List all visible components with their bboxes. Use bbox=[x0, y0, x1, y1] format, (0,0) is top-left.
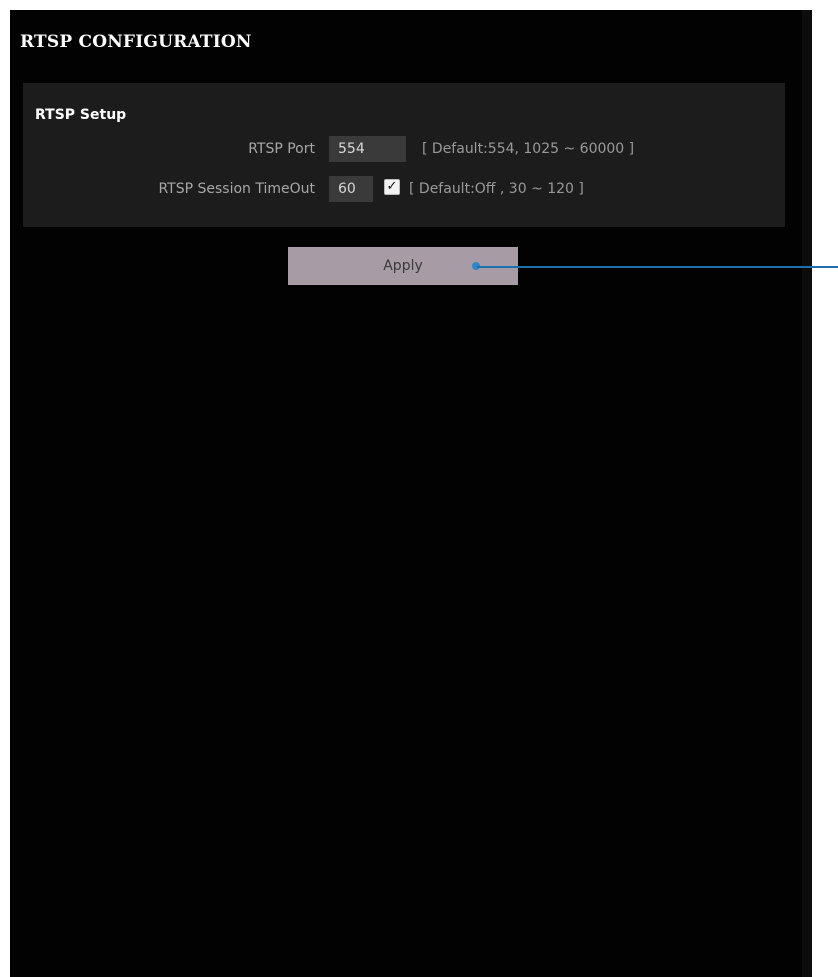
rtsp-port-label: RTSP Port bbox=[248, 141, 315, 157]
session-timeout-input[interactable]: 60 bbox=[329, 176, 373, 202]
session-timeout-checkbox[interactable]: ✓ bbox=[384, 179, 400, 195]
rtsp-setup-section: RTSP Setup RTSP Port 554 [ Default:554, … bbox=[23, 83, 785, 227]
panel-border bbox=[802, 10, 812, 977]
session-timeout-hint: [ Default:Off , 30 ~ 120 ] bbox=[409, 181, 584, 197]
callout-line bbox=[477, 266, 838, 268]
rtsp-port-hint: [ Default:554, 1025 ~ 60000 ] bbox=[422, 141, 635, 157]
page-title: RTSP CONFIGURATION bbox=[20, 32, 252, 52]
checkmark-icon: ✓ bbox=[386, 179, 398, 194]
config-panel: RTSP CONFIGURATION RTSP Setup RTSP Port … bbox=[10, 10, 838, 977]
section-title: RTSP Setup bbox=[35, 107, 127, 123]
rtsp-port-input[interactable]: 554 bbox=[329, 136, 406, 162]
session-timeout-label: RTSP Session TimeOut bbox=[158, 181, 315, 197]
